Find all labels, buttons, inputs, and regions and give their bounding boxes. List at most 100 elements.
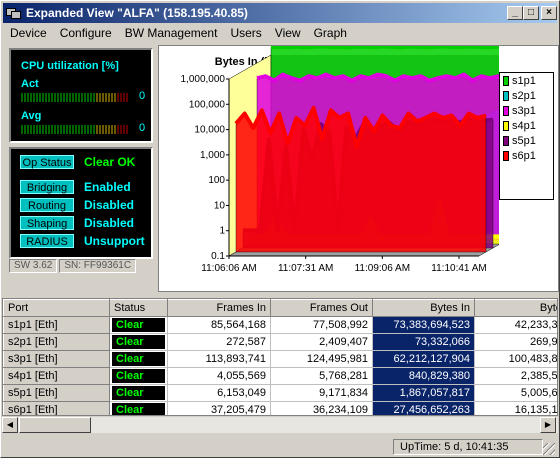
bytes-out-cell[interactable]: 16,135,137,2 [474,401,557,415]
scroll-right-icon[interactable]: ▶ [540,417,556,433]
bytes-in-cell[interactable]: 73,383,694,523 [372,316,475,334]
status-cell[interactable]: Clear [109,350,168,368]
cpu-avg-value: 0 [139,122,146,134]
y-tick-label: 10 [214,200,226,211]
menu-configure[interactable]: Configure [53,26,118,40]
cpu-avg-bar [21,125,129,134]
legend-item-s6p1[interactable]: s6p1 [500,149,553,163]
menu-bar: Device Configure BW Management Users Vie… [3,24,557,42]
port-cell[interactable]: s2p1 [Eth] [3,333,110,351]
status-cell[interactable]: Clear [109,333,168,351]
frames-in-cell[interactable]: 85,564,168 [167,316,271,334]
horizontal-scrollbar[interactable]: ◀ ▶ [2,416,558,433]
device-panel: CPU utilization [%] Act 0 Avg 0 Op Statu… [9,48,153,273]
frames-out-cell[interactable]: 9,171,834 [270,384,373,402]
col-bytes-out[interactable]: Bytes O [474,299,557,317]
bytes-out-cell[interactable]: 42,233,302,2 [474,316,557,334]
frames-out-cell[interactable]: 2,409,407 [270,333,373,351]
legend-item-s3p1[interactable]: s3p1 [500,104,553,118]
y-tick-label: 1,000 [200,150,225,161]
port-cell[interactable]: s3p1 [Eth] [3,350,110,368]
frames-in-cell[interactable]: 113,893,741 [167,350,271,368]
legend-swatch [503,136,509,146]
legend-item-s5p1[interactable]: s5p1 [500,134,553,148]
window-title: Expanded View "ALFA" (158.195.40.85) [26,6,248,20]
frames-in-cell[interactable]: 272,587 [167,333,271,351]
col-frames-in[interactable]: Frames In [167,299,271,317]
frames-in-cell[interactable]: 4,055,569 [167,367,271,385]
frames-in-cell[interactable]: 37,205,479 [167,401,271,415]
op-status-label: Op Status [20,155,74,169]
cpu-utilization-panel: CPU utilization [%] Act 0 Avg 0 [9,48,153,143]
cpu-act-bar [21,93,129,102]
legend-swatch [503,151,509,161]
col-status[interactable]: Status [109,299,168,317]
bytes-out-cell[interactable]: 5,005,604,5 [474,384,557,402]
bytes-in-cell[interactable]: 1,867,057,817 [372,384,475,402]
y-tick-label: 0.1 [211,251,225,262]
bytes-in-cell[interactable]: 73,332,066 [372,333,475,351]
col-bytes-in[interactable]: Bytes In [372,299,475,317]
frames-in-cell[interactable]: 6,153,049 [167,384,271,402]
port-cell[interactable]: s6p1 [Eth] [3,401,110,415]
legend-swatch [503,91,509,101]
title-bar[interactable]: Expanded View "ALFA" (158.195.40.85) _ □… [3,3,557,23]
frames-out-cell[interactable]: 77,508,992 [270,316,373,334]
shaping-value: Disabled [84,216,135,230]
menu-graph[interactable]: Graph [307,26,353,40]
minimize-button[interactable]: _ [507,6,523,20]
bytes-out-cell[interactable]: 2,385,541,3 [474,367,557,385]
menu-users[interactable]: Users [223,26,267,40]
app-icon [6,6,22,20]
cpu-act-value: 0 [139,90,146,102]
menu-device[interactable]: Device [3,26,53,40]
frames-out-cell[interactable]: 124,495,981 [270,350,373,368]
table-row[interactable]: s6p1 [Eth] Clear 37,205,479 36,234,109 27,45… [3,401,557,415]
main-window: Expanded View "ALFA" (158.195.40.85) _ □… [0,0,560,458]
bytes-in-cell[interactable]: 27,456,652,263 [372,401,475,415]
legend-item-s2p1[interactable]: s2p1 [500,89,553,103]
table-row[interactable]: s4p1 [Eth] Clear 4,055,569 5,768,281 840,829… [3,367,557,385]
series-s1p1-line [270,46,499,50]
port-cell[interactable]: s4p1 [Eth] [3,367,110,385]
table-row[interactable]: s1p1 [Eth] Clear 85,564,168 77,508,992 73,38… [3,316,557,334]
maximize-button[interactable]: □ [523,6,539,20]
x-tick-label: 11:09:06 AM [355,263,410,274]
bytes-out-cell[interactable]: 100,483,867,7 [474,350,557,368]
legend-label: s2p1 [512,90,536,102]
scroll-thumb[interactable] [19,417,91,433]
cpu-act-label: Act [21,78,39,90]
status-cell[interactable]: Clear [109,367,168,385]
port-cell[interactable]: s5p1 [Eth] [3,384,110,402]
col-frames-out[interactable]: Frames Out [270,299,373,317]
bytes-in-cell[interactable]: 840,829,380 [372,367,475,385]
close-button[interactable]: × [541,6,557,20]
bridging-value: Enabled [84,180,131,194]
table-row[interactable]: s2p1 [Eth] Clear 272,587 2,409,407 73,332,06… [3,333,557,351]
status-cell[interactable]: Clear [109,401,168,415]
bytes-out-cell[interactable]: 269,965,4 [474,333,557,351]
op-status-value: Clear OK [84,155,136,169]
y-tick-label: 100 [208,175,225,186]
legend-item-s1p1[interactable]: s1p1 [500,74,553,88]
resize-grip-icon[interactable] [543,443,555,455]
frames-out-cell[interactable]: 5,768,281 [270,367,373,385]
frames-out-cell[interactable]: 36,234,109 [270,401,373,415]
table-row[interactable]: s5p1 [Eth] Clear 6,153,049 9,171,834 1,867,0… [3,384,557,402]
y-tick-label: 1 [219,226,225,237]
status-badge: Clear [112,335,165,349]
status-badge: Clear [112,352,165,366]
menu-view[interactable]: View [268,26,307,40]
bytes-in-cell[interactable]: 62,212,127,904 [372,350,475,368]
col-port[interactable]: Port [3,299,110,317]
status-cell[interactable]: Clear [109,384,168,402]
uptime-display: UpTime: 5 d, 10:41:35 [393,439,543,455]
table-row[interactable]: s3p1 [Eth] Clear 113,893,741 124,495,981 62,… [3,350,557,368]
port-cell[interactable]: s1p1 [Eth] [3,316,110,334]
menu-bw-management[interactable]: BW Management [118,26,224,40]
status-cell[interactable]: Clear [109,316,168,334]
legend-item-s4p1[interactable]: s4p1 [500,119,553,133]
radius-value: Unsupport [84,234,145,248]
y-tick-label: 100,000 [189,99,226,110]
scroll-left-icon[interactable]: ◀ [2,417,18,433]
